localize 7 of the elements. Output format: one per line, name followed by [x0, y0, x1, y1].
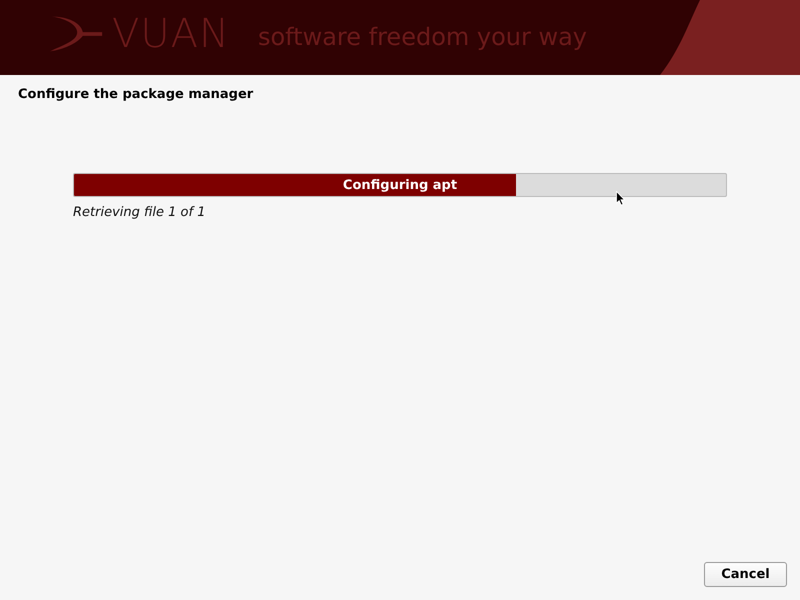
progress-label: Configuring apt — [342, 178, 458, 192]
tagline: software freedom your way — [258, 22, 588, 51]
cancel-button[interactable]: Cancel — [704, 562, 787, 587]
logo-text: VUAN — [112, 14, 230, 54]
progress-status: Retrieving file 1 of 1 — [73, 205, 206, 220]
cursor-icon — [616, 191, 626, 206]
page-title: Configure the package manager — [18, 87, 254, 102]
